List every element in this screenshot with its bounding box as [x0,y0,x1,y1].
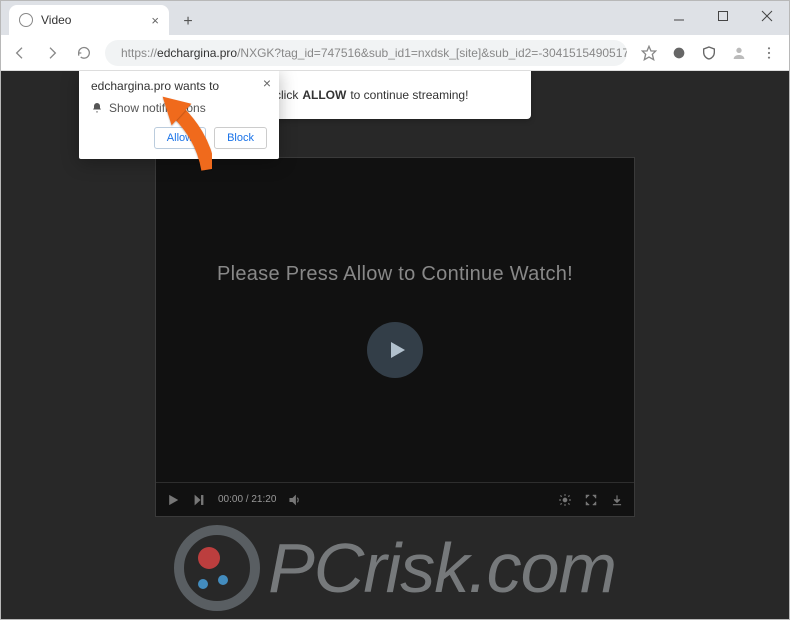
tab-video[interactable]: Video × [9,5,169,35]
window-controls [657,1,789,31]
maximize-button[interactable] [701,1,745,31]
next-control-icon[interactable] [192,493,206,507]
watermark: PCrisk.com [1,525,789,611]
settings-icon[interactable] [558,493,572,507]
url-host: edchargina.pro [157,46,237,60]
browser-window: Video × + https://edchargina.pro/NXGK?ta… [0,0,790,620]
new-tab-button[interactable]: + [175,9,201,35]
reload-button[interactable] [73,42,95,64]
player-controls: 00:00 / 21:20 [156,482,634,516]
forward-button[interactable] [41,42,63,64]
shield-icon[interactable] [701,45,717,61]
watermark-text: PCrisk.com [268,528,616,608]
fullscreen-icon[interactable] [584,493,598,507]
page-content: click ALLOW to continue streaming! × edc… [1,71,789,619]
address-bar[interactable]: https://edchargina.pro/NXGK?tag_id=74751… [105,40,627,66]
profile-icon[interactable] [731,45,747,61]
player-message: Please Press Allow to Continue Watch! [217,263,573,286]
menu-icon[interactable] [761,45,777,61]
tab-strip: Video × + [1,1,789,35]
bell-icon [91,102,103,114]
tab-title: Video [41,13,71,27]
play-button[interactable] [367,322,423,378]
download-icon[interactable] [610,493,624,507]
close-popup-icon[interactable]: × [263,75,271,91]
globe-icon [19,13,33,27]
allow-banner: click ALLOW to continue streaming! [261,71,531,119]
banner-post: to continue streaming! [350,88,468,102]
time-display: 00:00 / 21:20 [218,494,276,505]
play-control-icon[interactable] [166,493,180,507]
video-player: Please Press Allow to Continue Watch! 00… [155,157,635,517]
close-window-button[interactable] [745,1,789,31]
toolbar-icons [637,45,781,61]
volume-icon[interactable] [288,493,302,507]
player-body[interactable]: Please Press Allow to Continue Watch! [156,158,634,482]
back-button[interactable] [9,42,31,64]
pointer-arrow-annotation [159,93,249,188]
ublock-icon[interactable] [671,45,687,61]
notification-origin: edchargina.pro wants to [91,79,267,93]
toolbar: https://edchargina.pro/NXGK?tag_id=74751… [1,35,789,71]
play-icon [385,338,409,362]
url-protocol: https:// [121,46,157,60]
watermark-logo-icon [174,525,260,611]
star-icon[interactable] [641,45,657,61]
url-path: /NXGK?tag_id=747516&sub_id1=nxdsk_[site]… [237,46,627,60]
minimize-button[interactable] [657,1,701,31]
banner-bold: ALLOW [302,88,346,102]
close-tab-icon[interactable]: × [151,13,159,28]
